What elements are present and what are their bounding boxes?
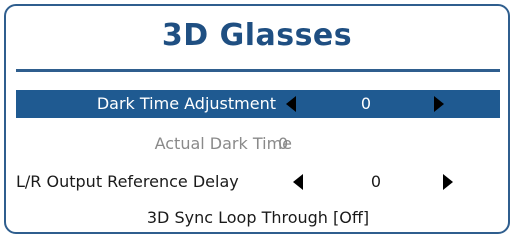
actual-dark-time-value: 0 [278,134,289,153]
dark-time-adjustment-value: 0 [360,94,372,113]
sync-loop-through-label: 3D Sync Loop Through [Off] [146,208,370,227]
output-reference-delay-label-wrap: L/R Output Reference Delay [16,168,280,196]
sync-loop-through-row[interactable]: 3D Sync Loop Through [Off] [16,204,500,232]
dark-time-adjustment-row[interactable]: Dark Time Adjustment 0 [16,90,500,118]
actual-dark-time-row: Actual Dark Time 0 [16,130,500,158]
menu-title: 3D Glasses [161,18,353,53]
title-divider [16,69,500,72]
osd-menu-window: 3D Glasses Dark Time Adjustment 0 Actual… [4,4,510,234]
increase-arrow-icon[interactable] [443,174,453,190]
increase-arrow-icon[interactable] [434,96,444,112]
decrease-arrow-icon[interactable] [293,174,303,190]
actual-dark-time-label: Actual Dark Time [154,134,292,153]
output-reference-delay-value: 0 [370,172,382,191]
dark-time-adjustment-label: Dark Time Adjustment [96,94,276,113]
output-reference-delay-label: L/R Output Reference Delay [16,172,239,191]
output-reference-delay-row[interactable]: L/R Output Reference Delay 0 [16,168,500,196]
decrease-arrow-icon[interactable] [286,96,296,112]
